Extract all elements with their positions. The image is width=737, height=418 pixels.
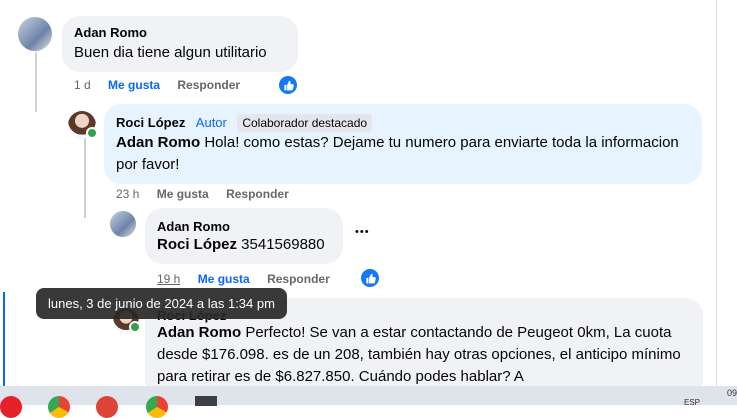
comment-bubble: Adan Romo Buen dia tiene algun utilitari… [62,16,298,72]
avatar[interactable] [18,17,52,51]
comment-actions: 19 h Me gusta Responder [157,272,344,286]
author-label: Autor [195,115,227,130]
like-reaction[interactable] [361,269,379,287]
mention-link[interactable]: Roci López [157,236,237,253]
comment-text: Adan Romo Hola! como estas? Dejame tu nu… [116,132,691,176]
like-thumb-icon [283,80,294,90]
comment-text: Buen dia tiene algun utilitario [74,44,267,61]
comment-time[interactable]: 19 h [157,272,180,286]
online-status-icon [129,321,141,333]
scrollbar[interactable] [716,0,737,386]
thread-line [35,52,37,112]
chrome-icon[interactable] [146,396,168,418]
comment-author[interactable]: Adan Romo [74,25,147,40]
online-status-icon [86,127,98,139]
comment-actions: 23 h Me gusta Responder [116,187,303,201]
mention-link[interactable]: Adan Romo [157,324,241,341]
avatar[interactable] [110,211,136,237]
like-reaction[interactable] [279,76,297,94]
comment-header: Roci López Autor Colaborador destacado [116,114,373,132]
contributor-badge: Colaborador destacado [237,114,373,132]
comment-time[interactable]: 23 h [116,187,139,201]
chrome-icon[interactable] [48,396,70,418]
like-thumb-icon [365,273,376,283]
comment-body: Hola! como estas? Dejame tu numero para … [116,134,679,173]
comment-time[interactable]: 1 d [74,78,91,92]
comment-author[interactable]: Adan Romo [157,219,230,234]
like-button[interactable]: Me gusta [157,187,209,201]
like-button[interactable]: Me gusta [108,78,160,92]
like-button[interactable]: Me gusta [198,272,250,286]
comment-text: Roci López 3541569880 [157,234,325,256]
opera-icon[interactable] [0,396,22,418]
timestamp-tooltip: lunes, 3 de junio de 2024 a las 1:34 pm [36,288,287,319]
comment-body: 3541569880 [237,236,325,253]
reply-button[interactable]: Responder [267,272,330,286]
comment-bubble: Roci López Autor Colaborador destacado A… [104,104,702,184]
mention-link[interactable]: Adan Romo [116,134,200,151]
more-options-icon[interactable]: ••• [355,226,370,238]
reply-button[interactable]: Responder [226,187,289,201]
clock[interactable]: 09 [727,388,737,398]
comment-author[interactable]: Roci López [116,115,185,130]
comment-bubble: Adan Romo Roci López 3541569880 [145,208,343,264]
chrome-profile-icon[interactable] [96,396,118,418]
comment-actions: 1 d Me gusta Responder [74,78,254,92]
reply-button[interactable]: Responder [177,78,240,92]
language-indicator[interactable]: ESP [684,398,700,407]
thread-line [3,292,5,386]
comment-text: Adan Romo Perfecto! Se van a estar conta… [157,322,687,388]
thread-line [84,138,86,218]
